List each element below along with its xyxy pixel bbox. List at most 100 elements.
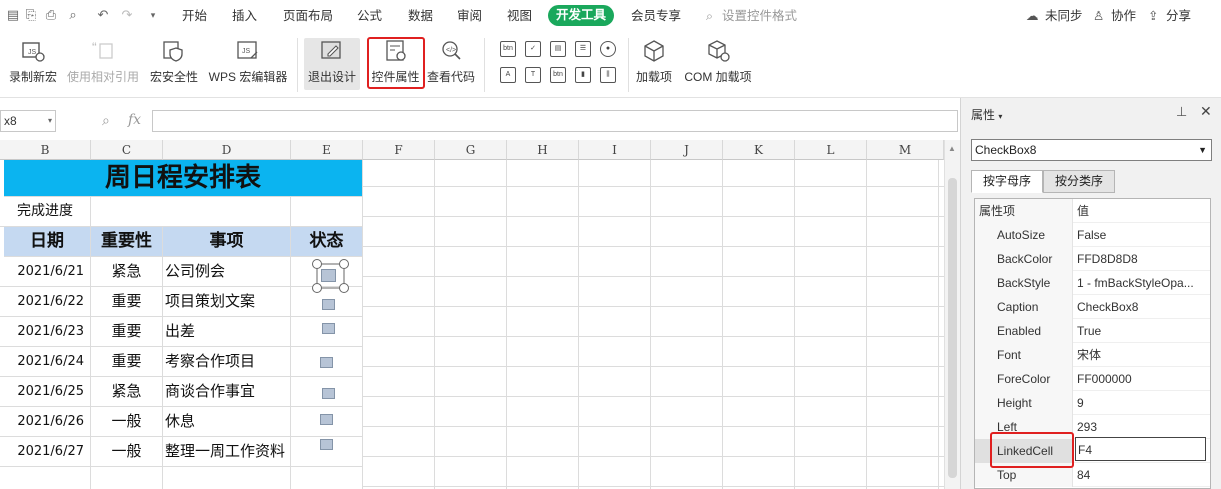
view-code-button[interactable]: </> 查看代码 [425,38,477,90]
formula-input[interactable] [152,110,958,132]
more-dropdown-icon[interactable]: ▾ [146,8,160,22]
header-priority[interactable]: 重要性 [91,227,163,257]
property-row[interactable]: ForeColor FF000000 [975,367,1210,391]
selected-checkbox-control[interactable] [312,259,352,295]
share-button[interactable]: 分享 [1166,8,1191,24]
checkbox-control[interactable] [320,357,333,368]
search-icon[interactable]: ⌕ [706,8,713,24]
progress-value-cell[interactable] [91,197,291,227]
checkbox-control-icon[interactable]: ✓ [525,41,541,57]
search-box[interactable]: 设置控件格式 [722,8,797,24]
date-cell[interactable]: 2021/6/24 [0,347,91,377]
scrollbar-control-icon[interactable]: ⫼ [600,67,616,83]
addins-button[interactable]: 加载项 [634,38,674,90]
menu-page-layout[interactable]: 页面布局 [283,8,333,24]
textbox-control-icon[interactable]: T [525,67,541,83]
print-icon[interactable]: ⎙ [44,8,58,22]
col-header-b[interactable]: B [0,140,91,160]
col-header-g[interactable]: G [435,140,507,160]
panel-title[interactable]: 属性 ▾ [971,106,1002,123]
property-row[interactable]: BackColor FFD8D8D8 [975,247,1210,271]
progress-extra-cell[interactable] [291,197,363,227]
redo-icon[interactable]: ↷ [120,8,134,22]
print-preview-icon[interactable]: ⌕ [66,8,80,22]
vertical-scrollbar[interactable]: ▲ [944,140,960,489]
priority-cell[interactable]: 紧急 [91,257,163,287]
date-cell[interactable]: 2021/6/21 [0,257,91,287]
col-header-c[interactable]: C [91,140,163,160]
date-cell[interactable]: 2021/6/23 [0,317,91,347]
col-header-d[interactable]: D [163,140,291,160]
checkbox-control[interactable] [320,439,333,450]
col-header-l[interactable]: L [795,140,867,160]
empty-cell[interactable] [291,467,363,489]
col-header-k[interactable]: K [723,140,795,160]
collab-button[interactable]: 协作 [1111,8,1136,24]
menu-home[interactable]: 开始 [182,8,207,24]
priority-cell[interactable]: 重要 [91,347,163,377]
macro-security-button[interactable]: 宏安全性 [149,38,199,90]
task-cell[interactable]: 整理一周工作资料 [163,437,291,467]
task-cell[interactable]: 公司例会 [163,257,291,287]
linkedcell-input[interactable]: F4 [1075,437,1206,461]
relative-ref-button[interactable]: “ 使用相对引用 [66,38,140,90]
label-control-icon[interactable]: A [500,67,516,83]
sync-status[interactable]: 未同步 [1045,8,1083,24]
pin-icon[interactable]: ⊥ [1176,104,1187,120]
col-header-f[interactable]: F [363,140,435,160]
save-icon[interactable]: ⎘ [24,8,38,22]
menu-insert[interactable]: 插入 [232,8,257,24]
col-header-e[interactable]: E [291,140,363,160]
header-status[interactable]: 状态 [291,227,363,257]
menu-formula[interactable]: 公式 [357,8,382,24]
button-control-icon[interactable]: btn [500,41,516,57]
task-cell[interactable]: 项目策划文案 [163,287,291,317]
empty-cell[interactable] [91,467,163,489]
scroll-thumb[interactable] [948,178,957,478]
date-cell[interactable]: 2021/6/22 [0,287,91,317]
scroll-up-icon[interactable]: ▲ [948,144,956,153]
close-icon[interactable]: ✕ [1200,103,1212,120]
empty-cell[interactable] [163,467,291,489]
undo-icon[interactable]: ↶ [96,8,110,22]
checkbox-control[interactable] [322,388,335,399]
empty-cells[interactable] [363,160,944,489]
task-cell[interactable]: 考察合作项目 [163,347,291,377]
object-select[interactable]: CheckBox8 ▼ [971,139,1212,161]
task-cell[interactable]: 商谈合作事宜 [163,377,291,407]
name-box[interactable]: x8 ▾ [0,110,56,132]
chevron-down-icon[interactable]: ▼ [1198,140,1207,160]
progress-label[interactable]: 完成进度 [0,197,91,227]
col-header-m[interactable]: M [867,140,944,160]
tab-categorized[interactable]: 按分类序 [1043,170,1115,193]
empty-cell[interactable] [0,467,91,489]
priority-cell[interactable]: 紧急 [91,377,163,407]
combobox-control-icon[interactable]: ▤ [550,41,566,57]
priority-cell[interactable]: 重要 [91,317,163,347]
sheet-title[interactable]: 周日程安排表 [4,160,363,197]
zoom-icon[interactable]: ⌕ [102,112,110,129]
priority-cell[interactable]: 重要 [91,287,163,317]
date-cell[interactable]: 2021/6/26 [0,407,91,437]
property-row[interactable]: AutoSize False [975,223,1210,247]
exit-design-button[interactable]: 退出设计 [304,38,360,90]
task-cell[interactable]: 休息 [163,407,291,437]
listbox-control-icon[interactable]: ☰ [575,41,591,57]
col-header-h[interactable]: H [507,140,579,160]
resize-handles[interactable] [312,259,352,295]
chevron-down-icon[interactable]: ▾ [48,111,52,131]
checkbox-control[interactable] [322,323,335,334]
property-row[interactable]: Caption CheckBox8 [975,295,1210,319]
date-cell[interactable]: 2021/6/27 [0,437,91,467]
property-row[interactable]: BackStyle 1 - fmBackStyleOpa... [975,271,1210,295]
checkbox-control[interactable] [320,414,333,425]
menu-view[interactable]: 视图 [507,8,532,24]
property-row[interactable]: Height 9 [975,391,1210,415]
date-cell[interactable]: 2021/6/25 [0,377,91,407]
radio-control-icon[interactable]: ● [600,41,616,57]
col-header-j[interactable]: J [651,140,723,160]
property-row[interactable]: Enabled True [975,319,1210,343]
com-addins-button[interactable]: COM 加载项 [682,38,754,90]
col-header-i[interactable]: I [579,140,651,160]
priority-cell[interactable]: 一般 [91,437,163,467]
